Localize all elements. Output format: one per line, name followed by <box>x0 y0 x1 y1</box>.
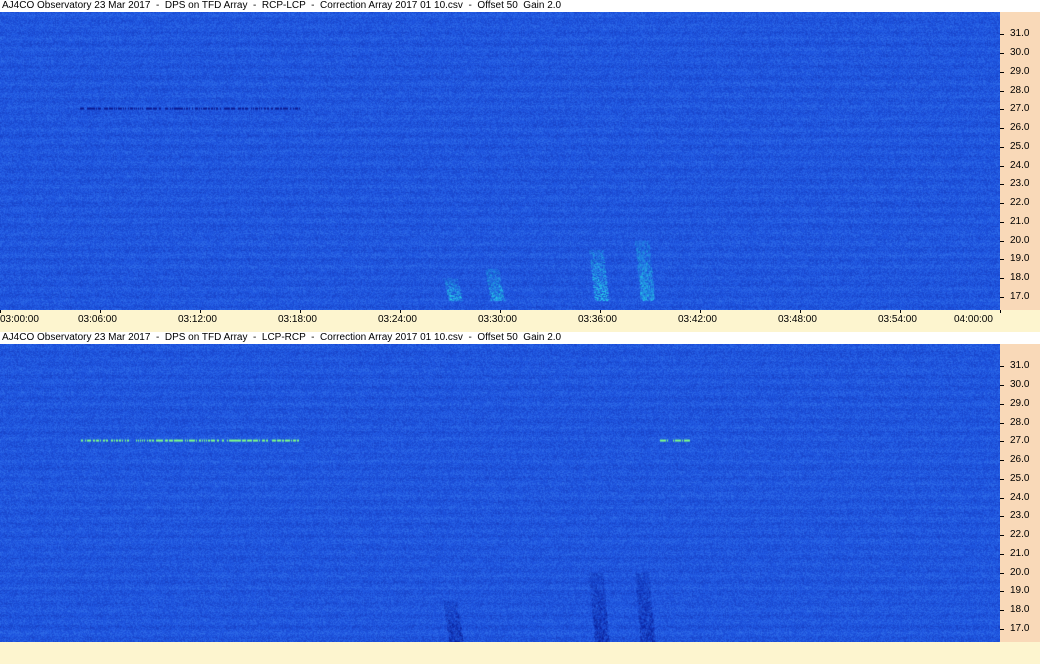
y-tick-text: 18.0 <box>1010 604 1030 616</box>
y-tick-text: 20.0 <box>1010 566 1030 578</box>
bottom-time-axis-strip <box>0 642 1040 664</box>
x-tick-text: 03:06:00 <box>78 314 117 325</box>
x-tick-text: 03:00:00 <box>0 314 39 325</box>
y-tick-mark <box>1000 385 1004 387</box>
x-tick-mark <box>800 310 801 313</box>
y-tick-text: 22.0 <box>1010 197 1030 209</box>
x-tick-text: 03:12:00 <box>178 314 217 325</box>
y-tick-mark <box>1000 240 1004 242</box>
x-tick-mark <box>200 310 201 313</box>
y-tick-mark <box>1000 53 1004 55</box>
bottom-frequency-axis: 31.0 30.0 29.0 28.0 27.0 26.0 25.0 24.0 23.0 22.0… <box>1000 344 1040 642</box>
bottom-spectrogram-plot[interactable] <box>0 344 1000 642</box>
y-tick-text: 28.0 <box>1010 416 1030 428</box>
y-tick-text: 24.0 <box>1010 159 1030 171</box>
y-tick-text: 26.0 <box>1010 454 1030 466</box>
y-tick-mark <box>1000 572 1004 574</box>
top-spectrogram-canvas <box>0 12 1000 310</box>
y-tick-text: 27.0 <box>1010 103 1030 115</box>
y-tick-mark <box>1000 128 1004 130</box>
y-tick-mark <box>1000 90 1004 92</box>
y-tick-text: 26.0 <box>1010 122 1030 134</box>
y-tick-text: 19.0 <box>1010 585 1030 597</box>
y-tick-text: 27.0 <box>1010 435 1030 447</box>
y-tick-text: 24.0 <box>1010 491 1030 503</box>
bottom-spectrogram-canvas <box>0 344 1000 642</box>
bottom-spectrogram-title: AJ4CO Observatory 23 Mar 2017 - DPS on T… <box>0 332 1040 344</box>
x-tick-mark <box>400 310 401 313</box>
x-tick-text: 03:18:00 <box>278 314 317 325</box>
x-tick-text: 03:48:00 <box>778 314 817 325</box>
x-tick-mark <box>600 310 601 313</box>
y-tick-text: 25.0 <box>1010 472 1030 484</box>
x-tick-mark <box>300 310 301 313</box>
x-tick-mark <box>1000 310 1001 313</box>
y-tick-text: 30.0 <box>1010 47 1030 59</box>
top-spectrogram-title: AJ4CO Observatory 23 Mar 2017 - DPS on T… <box>0 0 1040 12</box>
y-tick-text: 25.0 <box>1010 140 1030 152</box>
y-tick-mark <box>1000 146 1004 148</box>
y-tick-text: 29.0 <box>1010 65 1030 77</box>
y-tick-text: 28.0 <box>1010 84 1030 96</box>
y-tick-mark <box>1000 460 1004 462</box>
x-tick-mark <box>700 310 701 313</box>
y-tick-mark <box>1000 441 1004 443</box>
y-tick-mark <box>1000 34 1004 36</box>
x-tick-text: 03:54:00 <box>878 314 917 325</box>
x-tick-text: 04:00:00 <box>954 314 993 325</box>
y-tick-text: 29.0 <box>1010 397 1030 409</box>
y-tick-mark <box>1000 165 1004 167</box>
y-tick-mark <box>1000 109 1004 111</box>
y-tick-mark <box>1000 259 1004 261</box>
y-tick-text: 21.0 <box>1010 215 1030 227</box>
y-tick-mark <box>1000 71 1004 73</box>
x-tick-mark <box>100 310 101 313</box>
y-tick-text: 31.0 <box>1010 28 1030 40</box>
y-tick-text: 22.0 <box>1010 529 1030 541</box>
x-tick-text: 03:24:00 <box>378 314 417 325</box>
y-tick-text: 18.0 <box>1010 272 1030 284</box>
y-tick-text: 20.0 <box>1010 234 1030 246</box>
top-frequency-axis: 31.0 30.0 29.0 28.0 27.0 26.0 25.0 24.0 23.0 22.0… <box>1000 12 1040 310</box>
x-tick-mark <box>500 310 501 313</box>
y-tick-text: 19.0 <box>1010 253 1030 265</box>
x-tick-text: 03:36:00 <box>578 314 617 325</box>
y-tick-mark <box>1000 296 1004 298</box>
y-tick-mark <box>1000 610 1004 612</box>
y-tick-mark <box>1000 278 1004 280</box>
y-tick-text: 23.0 <box>1010 178 1030 190</box>
y-tick-mark <box>1000 221 1004 223</box>
y-tick-mark <box>1000 497 1004 499</box>
y-tick-text: 21.0 <box>1010 547 1030 559</box>
x-tick-mark <box>900 310 901 313</box>
y-tick-mark <box>1000 203 1004 205</box>
y-tick-mark <box>1000 478 1004 480</box>
y-tick-text: 31.0 <box>1010 360 1030 372</box>
y-tick-text: 30.0 <box>1010 379 1030 391</box>
x-tick-text: 03:42:00 <box>678 314 717 325</box>
y-tick-mark <box>1000 553 1004 555</box>
x-tick-mark <box>0 310 1 313</box>
y-tick-mark <box>1000 403 1004 405</box>
y-tick-text: 17.0 <box>1010 290 1030 302</box>
y-tick-mark <box>1000 366 1004 368</box>
y-tick-mark <box>1000 422 1004 424</box>
y-tick-mark <box>1000 591 1004 593</box>
y-tick-mark <box>1000 628 1004 630</box>
time-axis: 03:00:00 03:06:00 03:12:00 03:18:00 03:24:00… <box>0 310 1040 332</box>
y-tick-text: 17.0 <box>1010 622 1030 634</box>
y-tick-mark <box>1000 184 1004 186</box>
y-tick-mark <box>1000 535 1004 537</box>
top-spectrogram-plot[interactable] <box>0 12 1000 310</box>
y-tick-mark <box>1000 516 1004 518</box>
x-tick-text: 03:30:00 <box>478 314 517 325</box>
y-tick-text: 23.0 <box>1010 510 1030 522</box>
